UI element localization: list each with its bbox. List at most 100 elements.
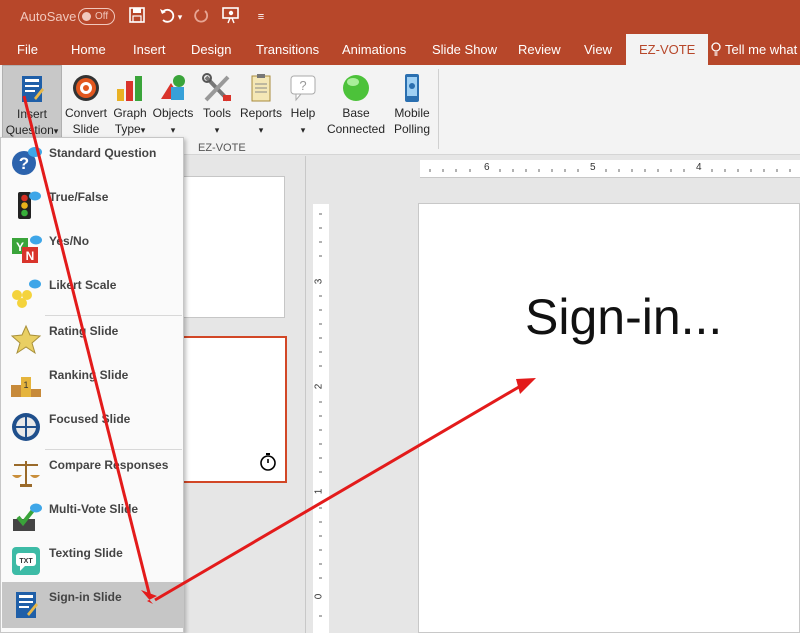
insert-question-menu: ? Standard Question True/False YN Yes/No… <box>0 137 184 633</box>
ruler-label: 4 <box>696 162 702 173</box>
reports-label: Reports <box>239 106 283 120</box>
svg-text:?: ? <box>19 154 29 173</box>
sign-in-icon <box>10 589 42 621</box>
ribbon-group-divider <box>438 69 439 149</box>
menu-item-true-false[interactable]: True/False <box>2 182 183 226</box>
menu-item-ranking-slide[interactable]: 1 Ranking Slide <box>2 360 183 404</box>
help-icon: ? <box>287 73 319 103</box>
star-icon <box>10 323 42 355</box>
tools-button[interactable]: Tools ▾ <box>197 65 237 140</box>
menu-item-label: Likert Scale <box>49 278 117 292</box>
ruler-label: 0 <box>313 593 325 600</box>
menu-item-label: Texting Slide <box>49 546 123 560</box>
menu-item-rating-slide[interactable]: Rating Slide <box>2 316 183 360</box>
menu-item-label: Standard Question <box>49 146 157 160</box>
reports-button[interactable]: Reports ▾ <box>238 65 284 140</box>
yes-no-icon: YN <box>10 233 42 265</box>
svg-text:1: 1 <box>23 380 28 390</box>
present-icon[interactable] <box>220 6 242 28</box>
title-bar: AutoSave Off ▾ ≡ <box>0 0 800 34</box>
menu-item-label: Compare Responses <box>49 458 169 472</box>
likert-faces-icon <box>10 277 42 309</box>
graph-type-line1: Graph <box>113 106 147 120</box>
menu-item-yes-no[interactable]: YN Yes/No <box>2 226 183 270</box>
ruler-label: 6 <box>484 162 490 173</box>
vertical-ruler: 3 2 1 0 <box>313 204 329 633</box>
autosave-label: AutoSave <box>20 9 77 24</box>
save-icon[interactable] <box>126 6 148 28</box>
graph-type-button[interactable]: Graph Type▾ <box>110 65 150 140</box>
tab-review[interactable]: Review <box>518 34 561 65</box>
menu-item-multi-vote-slide[interactable]: Multi-Vote Slide <box>2 494 183 538</box>
menu-item-compare-responses[interactable]: Compare Responses <box>2 450 183 494</box>
chevron-down-icon: ▾ <box>170 125 176 135</box>
ruler-label: 2 <box>313 383 325 390</box>
tab-insert[interactable]: Insert <box>133 34 166 65</box>
menu-item-label: Sign-in Slide <box>49 590 122 604</box>
base-connected-icon <box>340 73 372 103</box>
svg-text:N: N <box>26 249 35 263</box>
autosave-toggle[interactable]: Off <box>78 8 115 25</box>
chevron-down-icon: ▾ <box>140 125 146 135</box>
tab-design[interactable]: Design <box>191 34 231 65</box>
toggle-knob <box>82 12 91 21</box>
tell-me-search[interactable]: Tell me what <box>711 34 797 65</box>
customize-icon[interactable]: ≡ <box>250 6 272 28</box>
reports-icon <box>245 73 277 103</box>
tab-file[interactable]: File <box>17 34 38 65</box>
mobile-polling-button[interactable]: Mobile Polling <box>388 65 436 140</box>
horizontal-ruler: 6 5 4 <box>420 160 800 178</box>
autosave-state: Off <box>95 11 109 22</box>
ruler-label: 1 <box>313 488 325 495</box>
tell-me-label: Tell me what <box>725 42 798 57</box>
menu-item-label: Focused Slide <box>49 412 131 426</box>
menu-item-standard-question[interactable]: ? Standard Question <box>2 138 183 182</box>
tab-home[interactable]: Home <box>71 34 106 65</box>
texting-icon: TXT <box>10 545 42 577</box>
help-button[interactable]: ? Help ▾ <box>285 65 321 140</box>
menu-item-likert-scale[interactable]: Likert Scale <box>2 270 183 314</box>
tab-slide-show[interactable]: Slide Show <box>432 34 497 65</box>
mobile-polling-icon <box>396 73 428 103</box>
menu-item-label: Yes/No <box>49 234 90 248</box>
chevron-down-icon: ▾ <box>214 125 220 135</box>
undo-dropdown-icon[interactable]: ▾ <box>174 6 186 28</box>
standard-question-icon: ? <box>10 145 42 177</box>
menu-item-sign-in-slide[interactable]: Sign-in Slide <box>2 582 183 628</box>
scales-icon <box>10 457 42 489</box>
graph-type-line2: Type <box>114 122 141 136</box>
menu-item-label: Ranking Slide <box>49 368 129 382</box>
base-connected-line2: Connected <box>326 122 386 136</box>
ruler-label: 3 <box>313 278 325 285</box>
convert-slide-line1: Convert <box>64 106 108 120</box>
menu-item-texting-slide[interactable]: TXT Texting Slide <box>2 538 183 582</box>
ribbon-group-label: EZ-VOTE <box>198 142 246 154</box>
slide-canvas[interactable] <box>418 203 800 633</box>
chevron-down-icon: ▾ <box>258 125 264 135</box>
podium-icon: 1 <box>10 367 42 399</box>
insert-question-button[interactable]: Insert Question▾ <box>2 65 62 140</box>
crosshair-icon <box>10 411 42 443</box>
slide-title-text[interactable]: Sign-in... <box>525 288 722 346</box>
tab-view[interactable]: View <box>584 34 612 65</box>
insert-question-line2: Question <box>5 123 54 137</box>
objects-button[interactable]: Objects ▾ <box>151 65 195 140</box>
help-label: Help <box>290 106 316 120</box>
tab-animations[interactable]: Animations <box>342 34 406 65</box>
tab-ez-vote[interactable]: EZ-VOTE <box>626 34 709 65</box>
menu-item-focused-slide[interactable]: Focused Slide <box>2 404 183 448</box>
ruler-label: 5 <box>590 162 596 173</box>
base-connected-button[interactable]: Base Connected <box>325 65 387 140</box>
base-connected-line1: Base <box>342 106 370 120</box>
multi-vote-icon <box>10 501 42 533</box>
redo-icon[interactable] <box>191 6 213 28</box>
mobile-polling-line2: Polling <box>393 122 431 136</box>
tab-transitions[interactable]: Transitions <box>256 34 319 65</box>
menu-item-label: Rating Slide <box>49 324 119 338</box>
menu-item-label: Multi-Vote Slide <box>49 502 139 516</box>
graph-type-icon <box>114 73 146 103</box>
tools-icon <box>201 73 233 103</box>
convert-slide-button[interactable]: Convert Slide <box>63 65 109 140</box>
svg-text:?: ? <box>299 78 306 93</box>
mobile-polling-line1: Mobile <box>394 106 430 120</box>
